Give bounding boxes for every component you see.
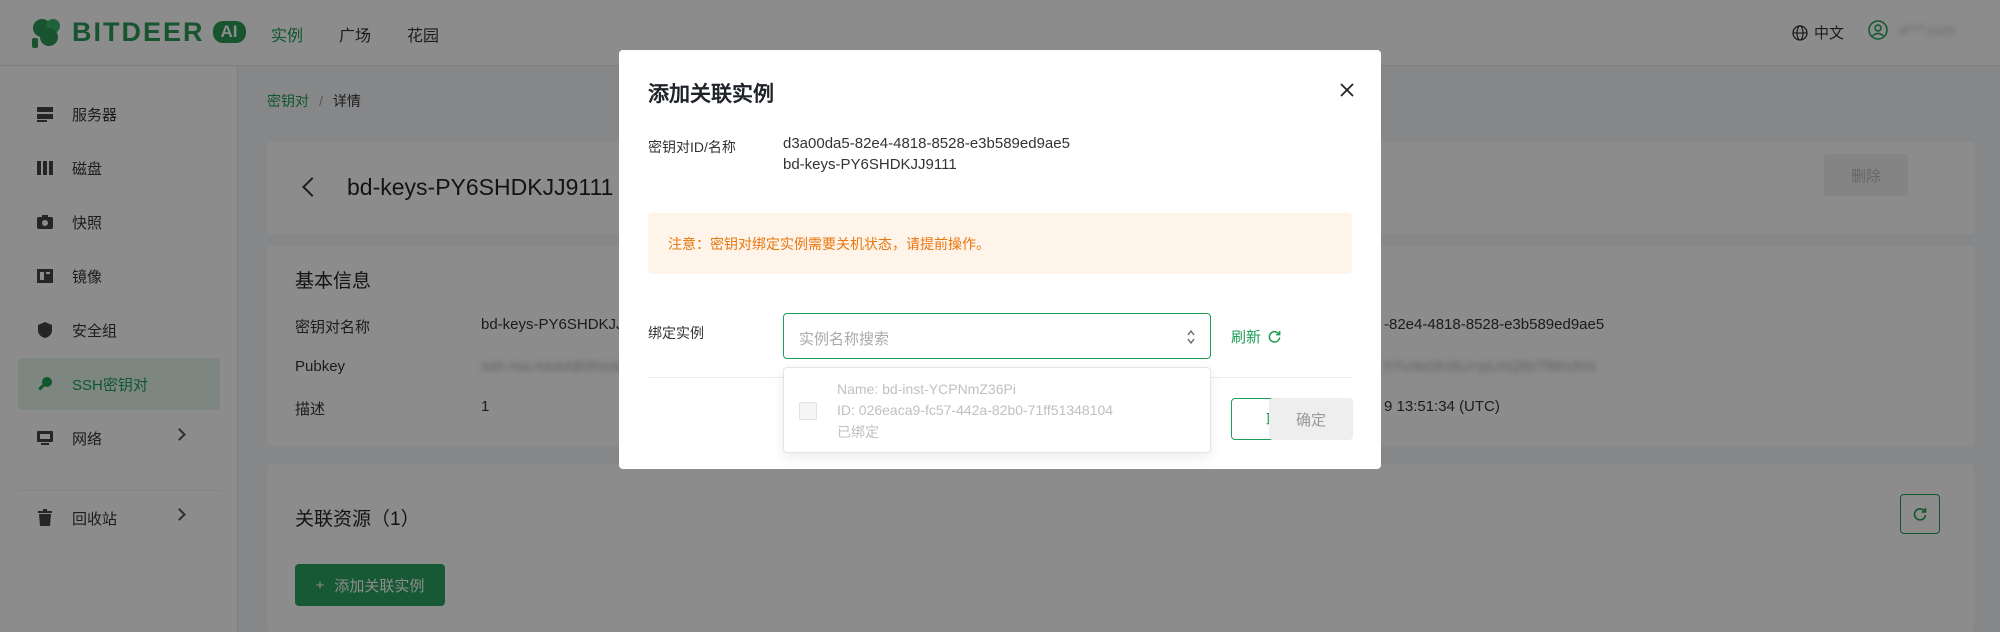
option-status: 已绑定 bbox=[837, 424, 879, 440]
instance-search-select[interactable]: 实例名称搜索 bbox=[783, 313, 1211, 359]
key-id-value: d3a00da5-82e4-4818-8528-e3b589ed9ae5 bbox=[783, 135, 1070, 152]
bind-instance-label: 绑定实例 bbox=[648, 325, 704, 341]
refresh-label: 刷新 bbox=[1231, 329, 1262, 346]
refresh-icon bbox=[1268, 330, 1281, 343]
confirm-button[interactable]: 确定 bbox=[1269, 398, 1353, 440]
modal-title: 添加关联实例 bbox=[648, 83, 774, 106]
close-icon[interactable] bbox=[1339, 82, 1355, 98]
instance-dropdown: Name: bd-inst-YCPNmZ36Pi ID: 026eaca9-fc… bbox=[783, 367, 1211, 453]
option-id: ID: 026eaca9-fc57-442a-82b0-71ff51348104 bbox=[837, 402, 1114, 418]
add-instance-modal: 添加关联实例 密钥对ID/名称 d3a00da5-82e4-4818-8528-… bbox=[619, 50, 1381, 469]
sort-arrows-icon bbox=[1187, 329, 1195, 345]
select-placeholder: 实例名称搜索 bbox=[799, 331, 890, 348]
option-checkbox bbox=[799, 402, 817, 420]
option-name: Name: bd-inst-YCPNmZ36Pi bbox=[837, 381, 1016, 397]
refresh-link[interactable]: 刷新 bbox=[1231, 326, 1282, 347]
key-id-label: 密钥对ID/名称 bbox=[648, 139, 736, 155]
notice-banner: 注意：密钥对绑定实例需要关机状态，请提前操作。 bbox=[648, 213, 1352, 274]
key-name-value: bd-keys-PY6SHDKJJ9111 bbox=[783, 156, 957, 173]
notice-text: 注意：密钥对绑定实例需要关机状态，请提前操作。 bbox=[668, 235, 990, 252]
